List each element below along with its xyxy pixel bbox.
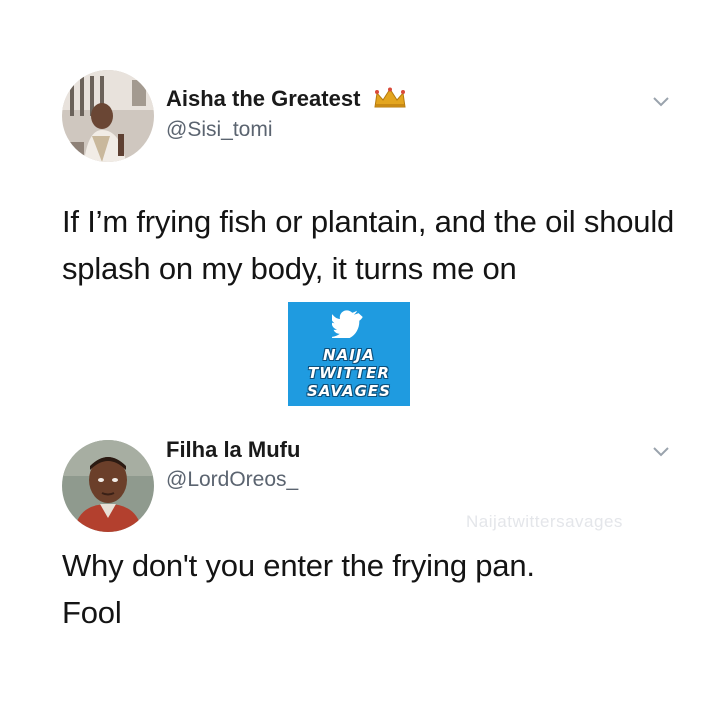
display-name[interactable]: Aisha the Greatest: [166, 86, 407, 112]
tweet-card-2: Filha la Mufu @LordOreos_ Naijatwittersa…: [0, 420, 719, 719]
watermark-line-3: SAVAGES: [307, 382, 391, 400]
twitter-bird-icon: [332, 310, 363, 338]
avatar-photo: [62, 70, 154, 162]
chevron-down-icon[interactable]: [652, 446, 670, 458]
tweet-text-line-1: Why don't you enter the frying pan.: [62, 548, 535, 583]
chevron-down-icon[interactable]: [652, 96, 670, 108]
avatar-photo: [62, 440, 154, 532]
watermark-line-1: NAIJA: [323, 346, 375, 364]
handle[interactable]: @Sisi_tomi: [166, 118, 273, 142]
handle[interactable]: @LordOreos_: [166, 468, 298, 492]
display-name[interactable]: Filha la Mufu: [166, 437, 300, 463]
tweet-text-line-2: Fool: [62, 595, 122, 630]
watermark-line-2: TWITTER: [308, 364, 390, 382]
avatar[interactable]: [62, 70, 154, 162]
display-name-text: Aisha the Greatest: [166, 86, 361, 111]
avatar[interactable]: [62, 440, 154, 532]
tweet-text: Why don't you enter the frying pan. Fool: [62, 542, 682, 636]
tweet-text: If I’m frying fish or plantain, and the …: [62, 204, 675, 286]
crown-icon: [373, 87, 406, 108]
tweet-card-1: Aisha the Greatest @Sisi_tomi If I’m fry…: [0, 0, 719, 420]
watermark-logo: NAIJA TWITTER SAVAGES: [288, 302, 410, 406]
faint-watermark-text: Naijatwittersavages: [466, 512, 623, 531]
